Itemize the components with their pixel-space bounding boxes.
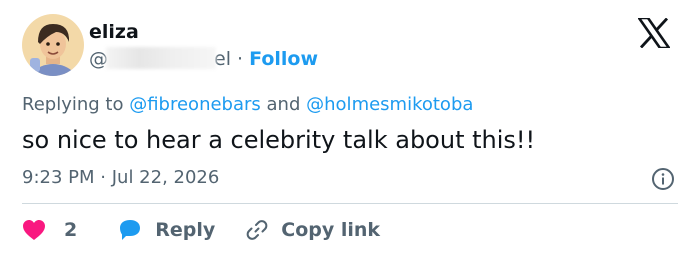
action-bar: 2 Reply Copy link bbox=[22, 216, 380, 244]
avatar[interactable] bbox=[22, 14, 84, 76]
reply-context: Replying to @fibreonebars and @holmesmik… bbox=[22, 93, 473, 117]
timestamp-separator: · bbox=[100, 167, 106, 188]
author-name[interactable]: eliza bbox=[89, 20, 139, 44]
reply-context-conjunction: and bbox=[266, 94, 301, 115]
tweet-text: so nice to hear a celebrity talk about t… bbox=[22, 126, 536, 154]
heart-icon bbox=[23, 220, 45, 240]
avatar-image bbox=[22, 14, 84, 76]
speech-bubble-icon bbox=[120, 220, 141, 240]
tweet-timestamp[interactable]: 9:23 PM · Jul 22, 2026 bbox=[22, 166, 219, 190]
copy-link-button[interactable]: Copy link bbox=[245, 218, 380, 242]
like-count: 2 bbox=[64, 219, 78, 241]
handle-separator: · bbox=[237, 48, 244, 70]
tweet-date[interactable]: Jul 22, 2026 bbox=[112, 167, 220, 188]
mention-link[interactable]: @holmesmikotoba bbox=[306, 94, 473, 115]
author-handle-suffix[interactable]: el bbox=[214, 48, 231, 70]
reply-label: Reply bbox=[155, 219, 216, 241]
link-icon bbox=[246, 220, 268, 240]
tweet-time[interactable]: 9:23 PM bbox=[22, 167, 95, 188]
reply-button[interactable]: Reply bbox=[117, 218, 215, 242]
mention-link[interactable]: @fibreonebars bbox=[129, 94, 261, 115]
author-handle-row: @ el · Follow bbox=[89, 47, 318, 71]
x-logo-icon[interactable] bbox=[638, 18, 670, 48]
handle-redaction bbox=[106, 47, 216, 69]
copy-link-label: Copy link bbox=[281, 219, 381, 241]
info-icon[interactable] bbox=[651, 167, 675, 191]
divider bbox=[22, 203, 678, 204]
follow-button[interactable]: Follow bbox=[249, 48, 318, 70]
like-button[interactable]: 2 bbox=[22, 219, 77, 241]
reply-context-prefix: Replying to bbox=[22, 94, 124, 115]
